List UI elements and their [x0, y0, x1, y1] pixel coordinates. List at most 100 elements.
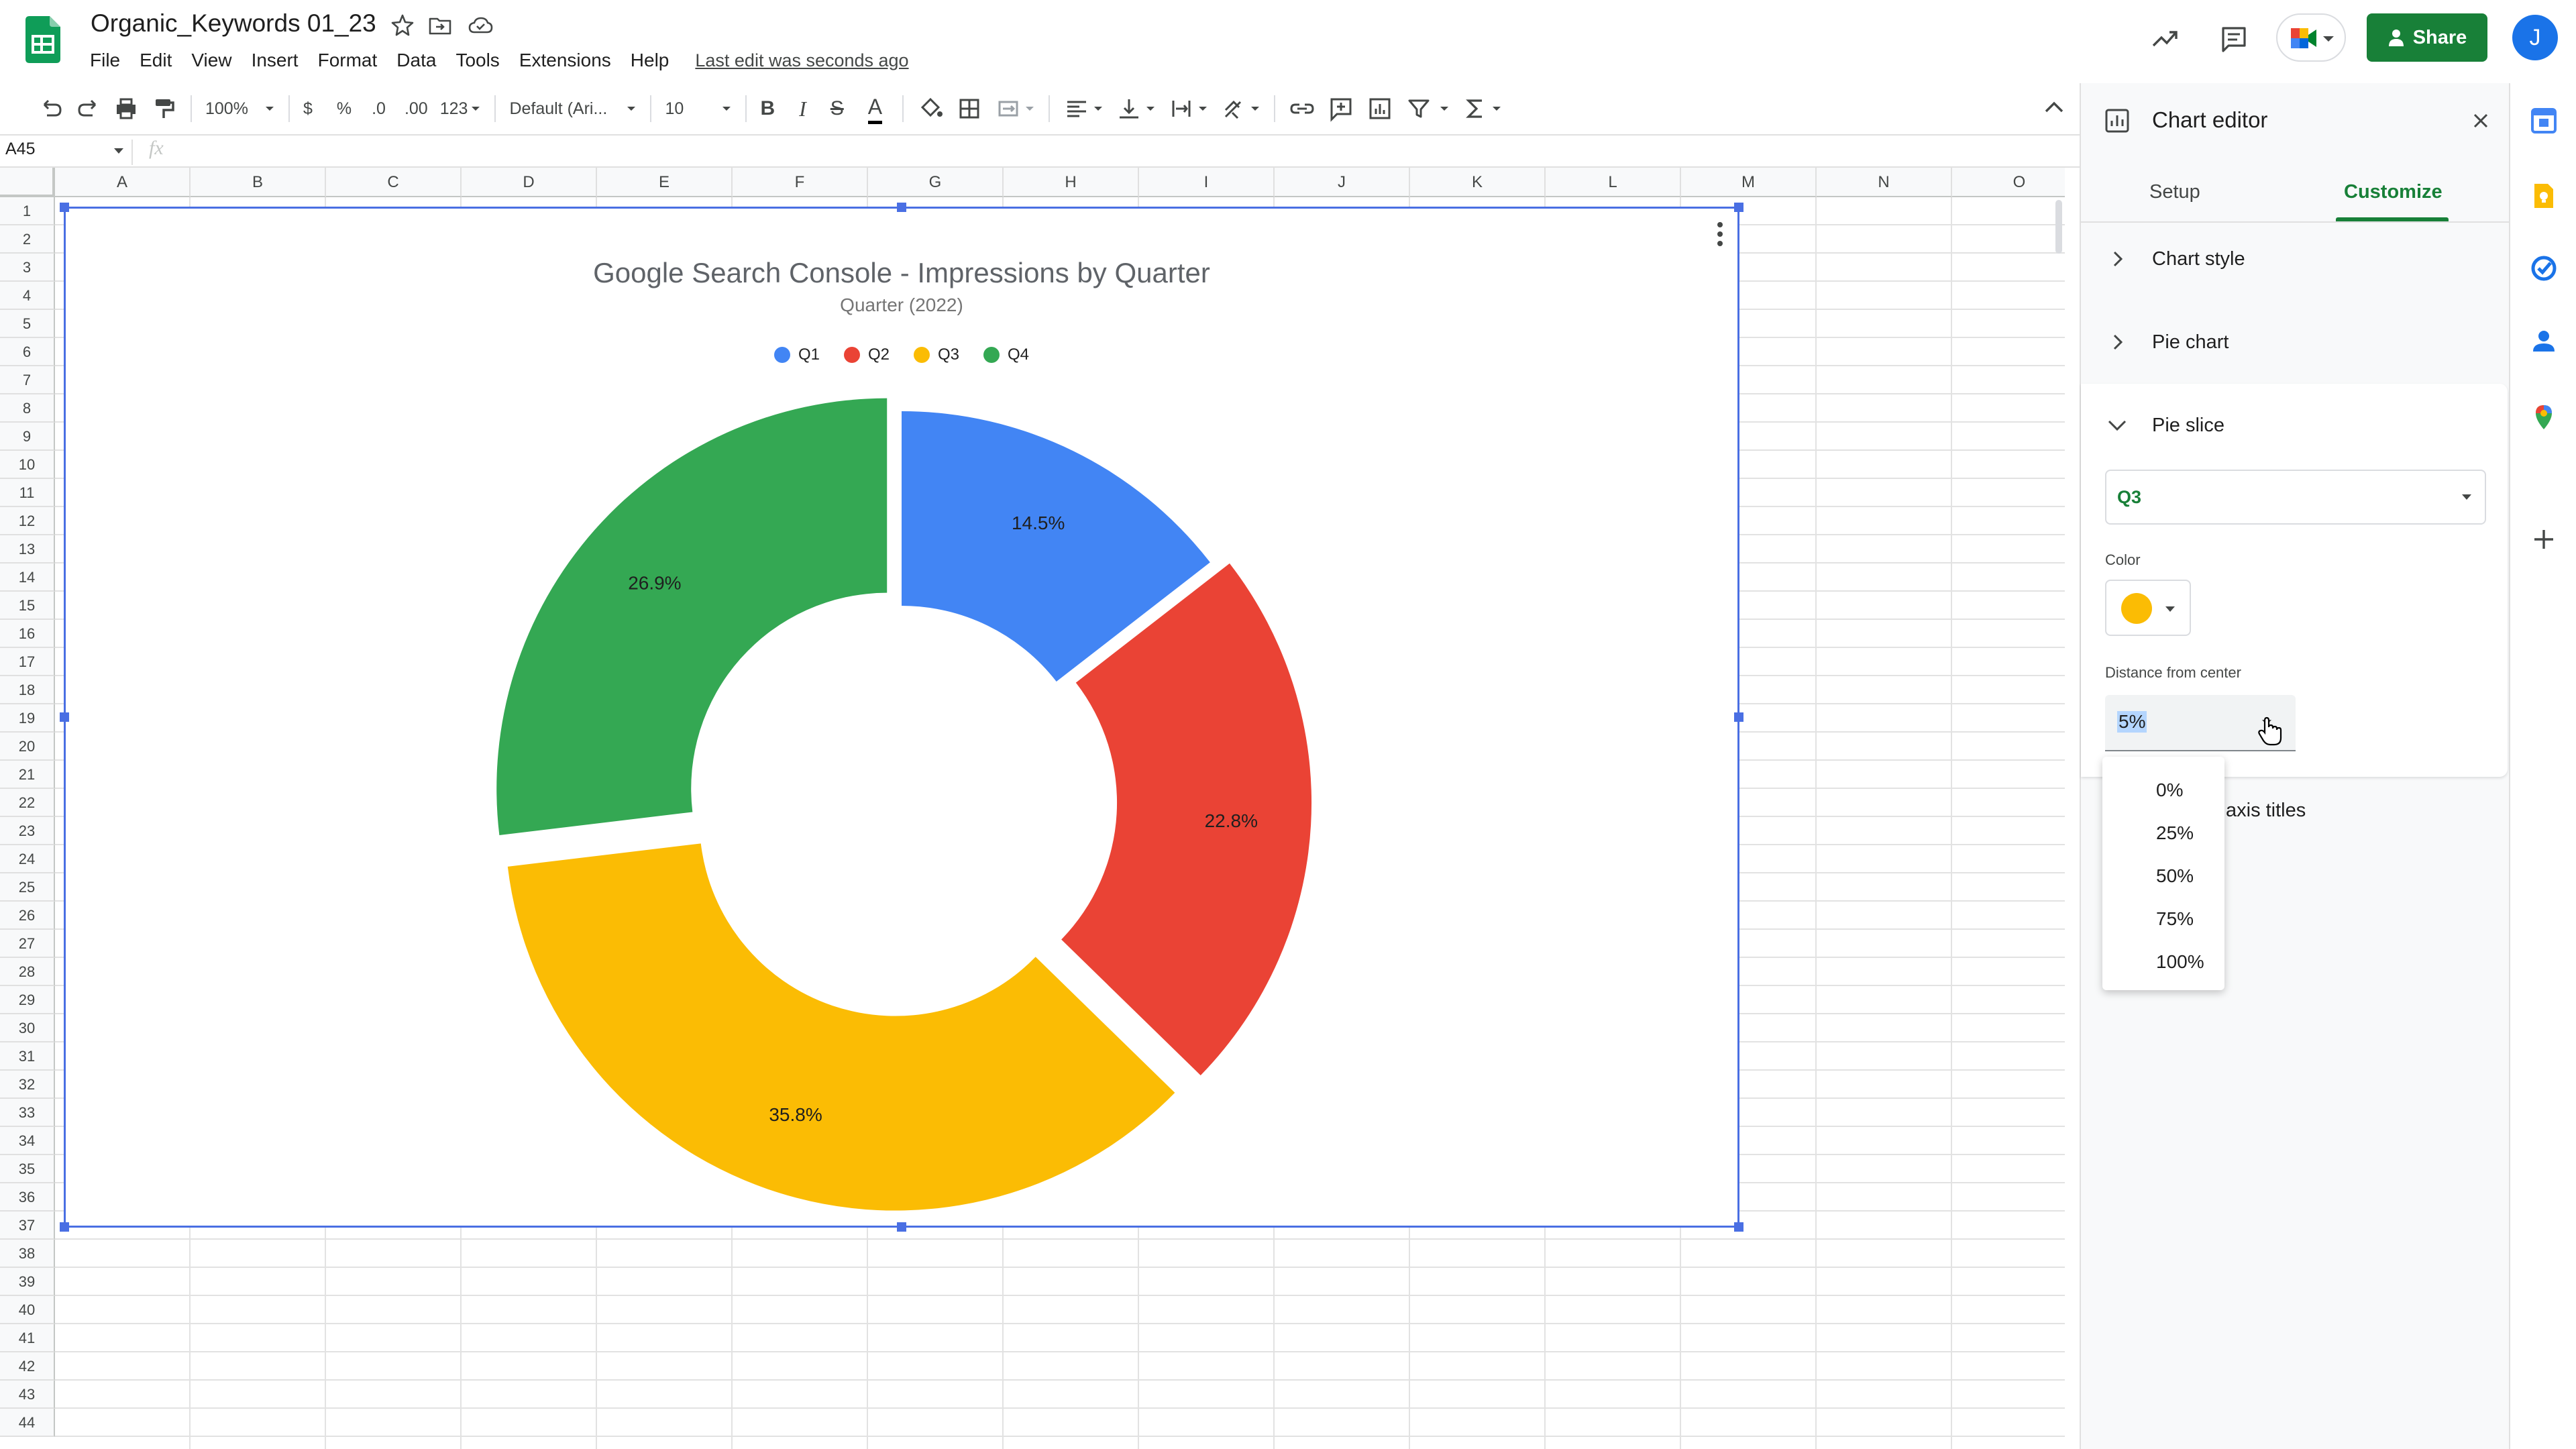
row-header[interactable]: 42 [0, 1352, 55, 1381]
column-header[interactable]: L [1546, 168, 1681, 197]
currency-format-button[interactable]: $ [303, 89, 313, 129]
row-header[interactable]: 4 [0, 282, 55, 310]
undo-icon[interactable] [38, 89, 64, 129]
contacts-icon[interactable] [2530, 327, 2557, 354]
chart-more-options-icon[interactable] [1713, 219, 1727, 249]
column-header[interactable]: J [1275, 168, 1410, 197]
row-header[interactable]: 38 [0, 1240, 55, 1268]
close-icon[interactable] [2470, 110, 2491, 131]
row-header[interactable]: 2 [0, 225, 55, 254]
borders-icon[interactable] [956, 89, 983, 129]
pie-slice-q3[interactable] [507, 843, 1175, 1211]
row-header[interactable]: 23 [0, 817, 55, 845]
slice-color-picker[interactable] [2105, 580, 2191, 636]
filter-icon[interactable] [1405, 89, 1432, 129]
distance-option[interactable]: 100% [2102, 941, 2224, 983]
horizontal-align-icon[interactable] [1063, 89, 1090, 129]
row-header[interactable]: 28 [0, 958, 55, 986]
column-header[interactable]: K [1410, 168, 1546, 197]
column-header[interactable]: H [1004, 168, 1139, 197]
slice-select[interactable]: Q3 [2105, 470, 2486, 525]
share-button[interactable]: Share [2367, 13, 2487, 62]
percent-format-button[interactable]: % [337, 89, 352, 129]
row-header[interactable]: 16 [0, 620, 55, 648]
row-header[interactable]: 20 [0, 733, 55, 761]
row-header[interactable]: 29 [0, 986, 55, 1014]
functions-dropdown-icon[interactable] [1491, 89, 1502, 129]
maps-icon[interactable] [2530, 404, 2557, 431]
avatar[interactable]: J [2512, 15, 2558, 60]
section-chart-style[interactable]: Chart style [2081, 224, 2510, 294]
column-header[interactable]: N [1817, 168, 1952, 197]
move-folder-icon[interactable] [427, 12, 453, 39]
row-header[interactable]: 7 [0, 366, 55, 394]
chart-container[interactable]: Google Search Console - Impressions by Q… [60, 203, 1743, 1232]
distance-option[interactable]: 25% [2102, 812, 2224, 855]
pie-slice-q4[interactable] [496, 398, 888, 836]
distance-option[interactable]: 75% [2102, 898, 2224, 941]
row-header[interactable]: 3 [0, 254, 55, 282]
tasks-icon[interactable] [2530, 255, 2557, 282]
distance-from-center-input[interactable]: 5% [2105, 695, 2296, 751]
column-header[interactable]: M [1681, 168, 1817, 197]
document-title[interactable]: Organic_Keywords 01_23 [91, 9, 376, 38]
slice-dropdown-icon[interactable] [2461, 492, 2473, 502]
resize-handle[interactable] [60, 203, 69, 212]
column-header[interactable]: D [462, 168, 597, 197]
menu-view[interactable]: View [191, 47, 241, 74]
name-box[interactable]: A45 [5, 140, 35, 159]
comment-icon[interactable] [2219, 24, 2249, 54]
resize-handle[interactable] [60, 712, 69, 722]
menu-file[interactable]: File [90, 47, 129, 74]
formula-input[interactable] [195, 138, 2066, 165]
insert-chart-icon[interactable] [1366, 89, 1393, 129]
increase-decimal-button[interactable]: .00 [405, 89, 428, 129]
row-header[interactable]: 43 [0, 1381, 55, 1409]
row-header[interactable]: 13 [0, 535, 55, 564]
trending-icon[interactable] [2151, 24, 2180, 54]
zoom-select[interactable]: 100% [205, 89, 248, 129]
column-header[interactable]: B [191, 168, 326, 197]
row-header[interactable]: 5 [0, 310, 55, 338]
row-header[interactable]: 33 [0, 1099, 55, 1127]
section-chart-axis-titles[interactable]: axis titles [2226, 800, 2306, 822]
text-rotation-dropdown-icon[interactable] [1250, 89, 1260, 129]
row-header[interactable]: 10 [0, 451, 55, 479]
keep-icon[interactable] [2530, 182, 2557, 209]
section-pie-chart[interactable]: Pie chart [2081, 307, 2510, 377]
cloud-status-icon[interactable] [467, 12, 494, 39]
row-header[interactable]: 41 [0, 1324, 55, 1352]
tab-setup[interactable]: Setup [2149, 181, 2200, 203]
zoom-dropdown-icon[interactable] [264, 89, 275, 129]
decrease-decimal-button[interactable]: .0 [372, 89, 386, 129]
menu-insert[interactable]: Insert [252, 47, 308, 74]
font-select[interactable]: Default (Ari... [509, 89, 616, 129]
distance-option[interactable]: 50% [2102, 855, 2224, 898]
text-color-button[interactable]: A [867, 93, 883, 124]
column-header[interactable]: A [55, 168, 191, 197]
meet-button[interactable] [2276, 13, 2346, 62]
column-header[interactable]: F [733, 168, 868, 197]
text-wrapping-icon[interactable] [1168, 89, 1195, 129]
paint-format-icon[interactable] [150, 89, 177, 129]
row-header[interactable]: 31 [0, 1042, 55, 1071]
row-header[interactable]: 15 [0, 592, 55, 620]
row-header[interactable]: 6 [0, 338, 55, 366]
text-wrapping-dropdown-icon[interactable] [1197, 89, 1208, 129]
merge-dropdown-icon[interactable] [1024, 89, 1035, 129]
number-format-dropdown-icon[interactable] [470, 89, 481, 129]
row-header[interactable]: 1 [0, 197, 55, 225]
row-header[interactable]: 12 [0, 507, 55, 535]
column-header[interactable]: C [326, 168, 462, 197]
row-header[interactable]: 34 [0, 1127, 55, 1155]
collapse-toolbar-icon[interactable] [2042, 89, 2066, 129]
star-icon[interactable] [389, 12, 416, 39]
font-size-dropdown-icon[interactable] [721, 89, 732, 129]
row-header[interactable]: 11 [0, 479, 55, 507]
vertical-align-icon[interactable] [1116, 89, 1142, 129]
vertical-align-dropdown-icon[interactable] [1145, 89, 1156, 129]
tab-customize[interactable]: Customize [2344, 181, 2443, 203]
sheets-logo-icon[interactable] [25, 16, 60, 63]
column-header[interactable]: O [1952, 168, 2065, 197]
resize-handle[interactable] [60, 1222, 69, 1232]
